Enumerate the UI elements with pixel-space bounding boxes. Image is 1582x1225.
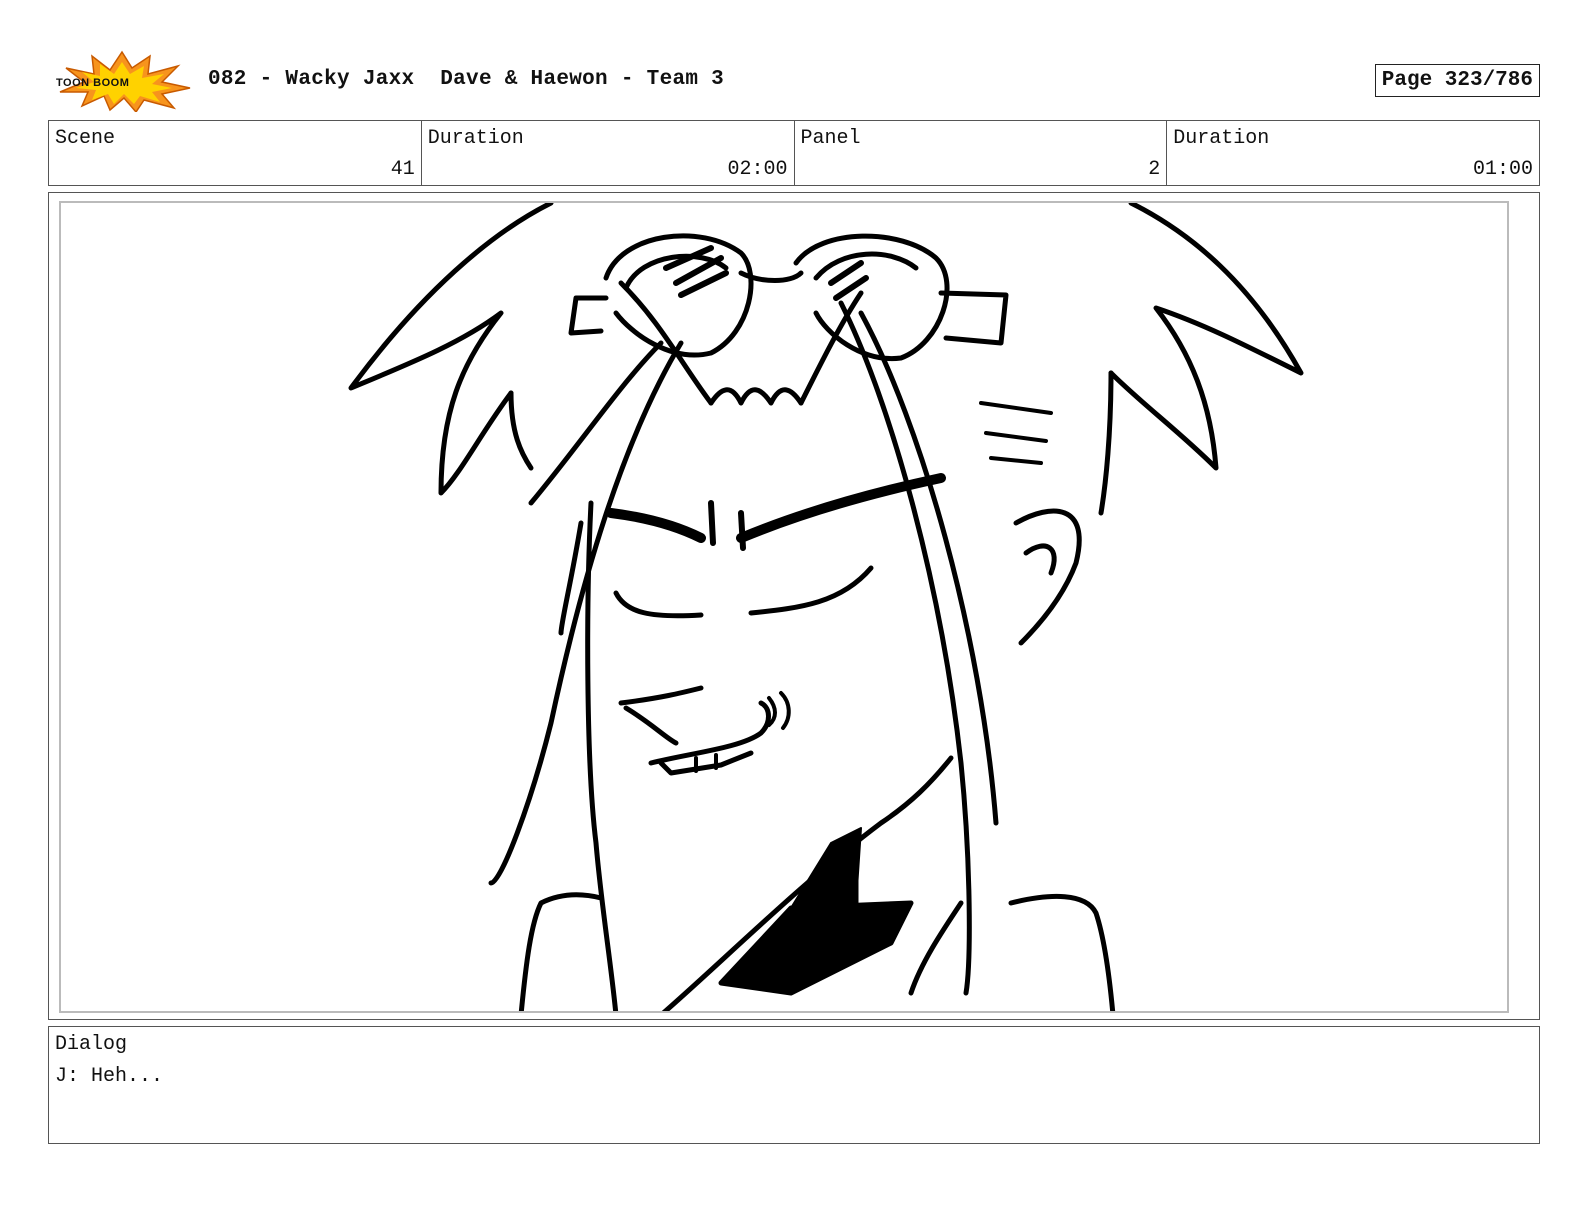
panel-duration-label: Duration: [1173, 127, 1270, 150]
scene-label: Scene: [55, 127, 116, 150]
scene-info-bar: Scene 41 Duration 02:00 Panel 2 Duration…: [48, 120, 1540, 186]
panel-cell: Panel 2: [795, 121, 1168, 185]
dialog-text: J: Heh...: [55, 1065, 164, 1088]
storyboard-panel: [48, 192, 1540, 1020]
scene-cell: Scene 41: [49, 121, 422, 185]
panel-image-area: [59, 201, 1509, 1013]
logo-text: TOON BOOM: [56, 77, 130, 89]
storyboard-title: 082 - Wacky Jaxx Dave & Haewon - Team 3: [208, 68, 725, 91]
scene-duration-label: Duration: [427, 127, 524, 150]
panel-value: 2: [1148, 158, 1161, 181]
dialog-label: Dialog: [55, 1033, 128, 1056]
page-number: Page 323/786: [1374, 64, 1540, 97]
scene-duration-cell: Duration 02:00: [422, 121, 795, 185]
scene-value: 41: [390, 158, 415, 181]
scene-duration-value: 02:00: [727, 158, 788, 181]
panel-duration-cell: Duration 01:00: [1167, 121, 1539, 185]
panel-label: Panel: [800, 127, 861, 150]
dialog-box: Dialog J: Heh...: [48, 1026, 1540, 1144]
storyboard-header: TOON BOOM 082 - Wacky Jaxx Dave & Haewon…: [48, 48, 1540, 118]
sketch-character-icon: [348, 203, 1304, 1011]
panel-duration-value: 01:00: [1472, 158, 1533, 181]
toon-boom-logo: TOON BOOM: [52, 50, 192, 114]
